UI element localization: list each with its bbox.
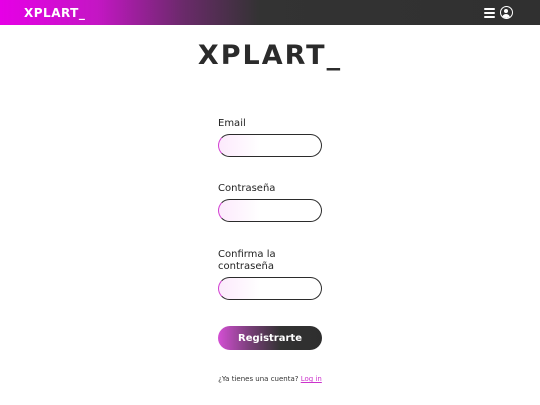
confirm-password-input[interactable] <box>218 277 322 300</box>
password-label: Contraseña <box>218 183 276 194</box>
login-link[interactable]: Log in <box>301 375 322 383</box>
top-navigation-bar: XPLART_ <box>0 0 540 25</box>
register-button[interactable]: Registrarte <box>218 326 322 350</box>
password-field-group: Contraseña <box>218 183 324 222</box>
email-input[interactable] <box>218 134 322 157</box>
header-logo[interactable]: XPLART_ <box>24 6 85 20</box>
confirm-password-field-group: Confirma la contraseña <box>218 249 324 300</box>
login-prompt-line: ¿Ya tienes una cuenta? Log in <box>0 375 540 383</box>
header-actions <box>484 6 513 19</box>
email-field-group: Email <box>218 118 324 157</box>
brand-logo: XPLART_ <box>197 40 343 71</box>
email-label: Email <box>218 118 246 129</box>
login-prompt-text: ¿Ya tienes una cuenta? <box>218 375 299 383</box>
confirm-password-label: Confirma la contraseña <box>218 249 276 272</box>
hamburger-menu-icon[interactable] <box>484 7 495 18</box>
password-input[interactable] <box>218 199 322 222</box>
user-account-icon[interactable] <box>500 6 513 19</box>
